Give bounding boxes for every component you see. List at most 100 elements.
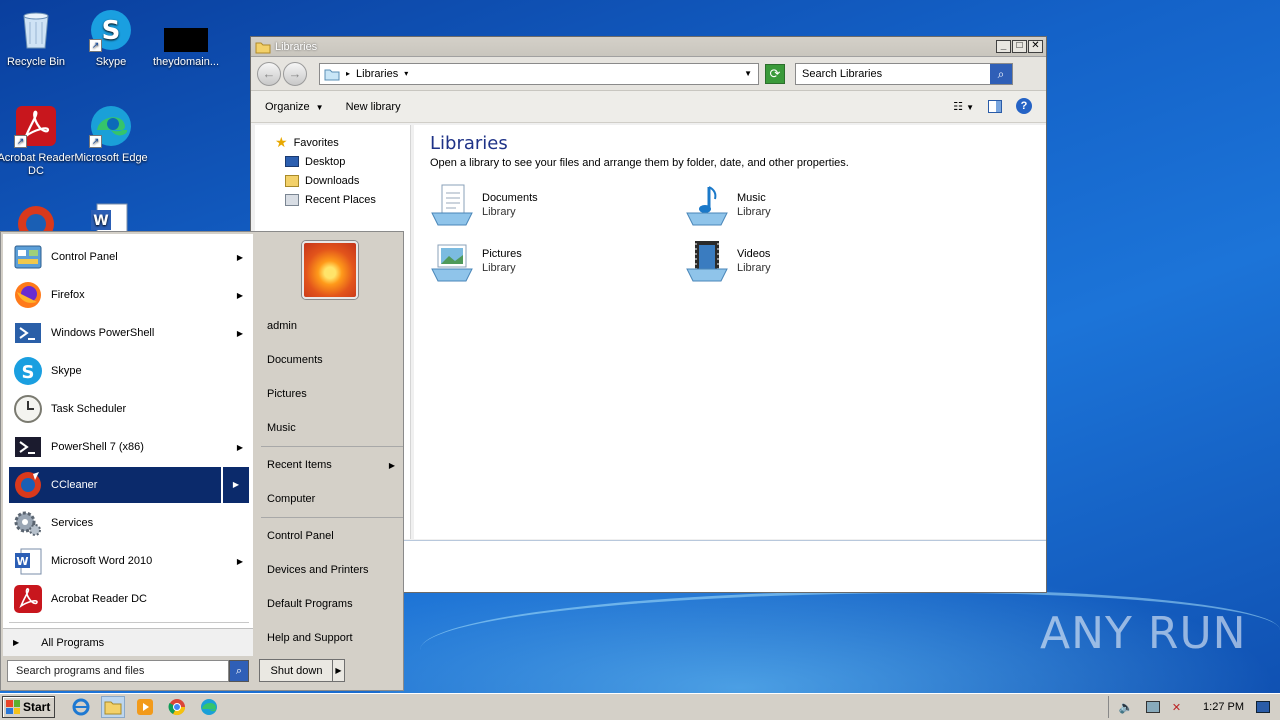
address-dropdown-icon[interactable]: ▼ xyxy=(744,69,752,78)
start-item-services[interactable]: Services xyxy=(9,505,249,541)
file-icon xyxy=(164,8,208,52)
close-button[interactable]: ✕ xyxy=(1028,40,1043,53)
search-icon[interactable]: ⌕ xyxy=(990,63,1012,84)
desktop-icon-edge[interactable]: ↗ Microsoft Edge xyxy=(71,104,151,165)
pictures-library-icon xyxy=(430,239,474,283)
start-devices-printers[interactable]: Devices and Printers xyxy=(267,557,403,583)
library-pictures[interactable]: Pictures Library xyxy=(430,239,522,283)
svg-text:W: W xyxy=(16,555,28,568)
ccleaner-icon xyxy=(13,470,43,500)
start-item-control-panel[interactable]: Control Panel ▶ xyxy=(9,239,249,275)
breadcrumb-libraries[interactable]: Libraries xyxy=(356,68,398,80)
start-default-programs[interactable]: Default Programs xyxy=(267,591,403,617)
shutdown-options-arrow-icon[interactable]: ▶ xyxy=(332,659,345,682)
back-button[interactable]: ← xyxy=(257,61,281,86)
windows-logo-icon xyxy=(6,700,20,714)
search-libraries-input[interactable]: Search Libraries ⌕ xyxy=(795,62,1013,85)
chrome-icon[interactable] xyxy=(165,696,189,718)
breadcrumb-chevron-icon[interactable]: ▸ xyxy=(346,69,350,78)
user-avatar[interactable] xyxy=(302,241,358,299)
search-icon[interactable]: ⌕ xyxy=(229,660,249,682)
start-computer[interactable]: Computer xyxy=(267,486,403,512)
file-explorer-icon[interactable] xyxy=(101,696,125,718)
start-search-input[interactable]: Search programs and files xyxy=(7,660,229,682)
ccleaner-submenu-arrow-icon[interactable]: ▶ xyxy=(223,467,249,503)
clock[interactable]: 1:27 PM xyxy=(1203,701,1244,713)
breadcrumb-chevron-icon[interactable]: ▾ xyxy=(404,69,408,78)
svg-text:S: S xyxy=(22,362,35,383)
network-icon[interactable] xyxy=(1145,701,1160,713)
library-music[interactable]: Music Library xyxy=(685,183,771,227)
libraries-icon xyxy=(324,69,340,80)
maximize-button[interactable]: □ xyxy=(1012,40,1027,53)
desktop-icon-recycle-bin[interactable]: Recycle Bin xyxy=(0,8,76,69)
refresh-button[interactable]: ⟳ xyxy=(765,63,785,84)
desktop-icon-label: Acrobat Reader DC xyxy=(0,152,75,177)
nav-recent-places[interactable]: Recent Places xyxy=(255,190,410,209)
start-item-word-2010[interactable]: W Microsoft Word 2010 ▶ xyxy=(9,543,249,579)
start-item-task-scheduler[interactable]: Task Scheduler xyxy=(9,391,249,427)
start-item-windows-powershell[interactable]: Windows PowerShell ▶ xyxy=(9,315,249,351)
address-bar[interactable]: ▸ Libraries ▾ ▼ xyxy=(319,62,759,85)
divider xyxy=(261,446,403,447)
nav-favorites[interactable]: ★ Favorites xyxy=(255,133,410,152)
system-tray: 🔈 ✕ 1:27 PM xyxy=(1107,696,1280,718)
start-item-ccleaner[interactable]: CCleaner xyxy=(9,467,221,503)
acrobat-icon xyxy=(13,584,43,614)
start-menu: Control Panel ▶ Firefox ▶ Windows PowerShe… xyxy=(0,231,404,691)
shortcut-arrow-icon: ↗ xyxy=(89,39,102,52)
start-item-powershell-7[interactable]: PowerShell 7 (x86) ▶ xyxy=(9,429,249,465)
minimize-button[interactable]: _ xyxy=(996,40,1011,53)
services-gear-icon xyxy=(13,508,43,538)
desktop-icon xyxy=(285,156,299,167)
start-control-panel[interactable]: Control Panel xyxy=(267,523,403,549)
desktop-icon-skype[interactable]: S ↗ Skype xyxy=(71,8,151,69)
start-button[interactable]: Start xyxy=(2,696,55,718)
firefox-icon xyxy=(13,280,43,310)
page-description: Open a library to see your files and arr… xyxy=(430,157,849,169)
edge-icon[interactable] xyxy=(197,696,221,718)
submenu-arrow-icon: ▶ xyxy=(236,328,243,338)
help-icon[interactable]: ? xyxy=(1016,98,1032,114)
view-options-icon[interactable]: ☷ ▼ xyxy=(953,100,974,113)
new-library-button[interactable]: New library xyxy=(346,101,401,113)
library-grid: Documents Library Music Library Pictures Li… xyxy=(430,183,1030,303)
start-user-folder[interactable]: admin xyxy=(267,313,403,339)
folder-icon xyxy=(255,42,271,53)
volume-icon[interactable]: 🔈 xyxy=(1119,700,1134,714)
skype-icon: S ↗ xyxy=(89,8,133,52)
internet-explorer-icon[interactable] xyxy=(69,696,93,718)
start-documents[interactable]: Documents xyxy=(267,347,403,373)
start-music[interactable]: Music xyxy=(267,415,403,441)
flag-icon[interactable]: ✕ xyxy=(1172,701,1181,714)
forward-button[interactable]: → xyxy=(283,61,307,86)
skype-icon: S xyxy=(13,356,43,386)
media-player-icon[interactable] xyxy=(133,696,157,718)
library-videos[interactable]: Videos Library xyxy=(685,239,771,283)
nav-downloads[interactable]: Downloads xyxy=(255,171,410,190)
all-programs-button[interactable]: ▶ All Programs xyxy=(3,628,253,656)
start-recent-items[interactable]: Recent Items ▶ xyxy=(267,452,403,478)
show-desktop-icon[interactable] xyxy=(1256,701,1270,713)
preview-pane-icon[interactable] xyxy=(988,99,1002,113)
start-pictures[interactable]: Pictures xyxy=(267,381,403,407)
acrobat-icon: ↗ xyxy=(14,104,58,148)
recycle-bin-icon xyxy=(14,8,58,52)
organize-button[interactable]: Organize ▼ xyxy=(265,101,324,113)
library-documents[interactable]: Documents Library xyxy=(430,183,538,227)
desktop-icon-theydomain[interactable]: theydomain... xyxy=(146,8,226,69)
submenu-arrow-icon: ▶ xyxy=(236,290,243,300)
start-item-firefox[interactable]: Firefox ▶ xyxy=(9,277,249,313)
desktop-icon-acrobat[interactable]: ↗ Acrobat Reader DC xyxy=(0,104,76,178)
start-item-skype[interactable]: S Skype xyxy=(9,353,249,389)
search-placeholder: Search Libraries xyxy=(802,67,883,80)
music-library-icon xyxy=(685,183,729,227)
nav-desktop[interactable]: Desktop xyxy=(255,152,410,171)
explorer-titlebar[interactable]: Libraries _ □ ✕ xyxy=(251,37,1046,57)
start-help-support[interactable]: Help and Support xyxy=(267,625,403,651)
recent-places-icon xyxy=(285,193,299,206)
start-item-acrobat[interactable]: Acrobat Reader DC xyxy=(9,581,249,617)
shutdown-button[interactable]: Shut down xyxy=(259,659,334,682)
shortcut-arrow-icon: ↗ xyxy=(89,135,102,148)
submenu-arrow-icon: ▶ xyxy=(236,442,243,452)
